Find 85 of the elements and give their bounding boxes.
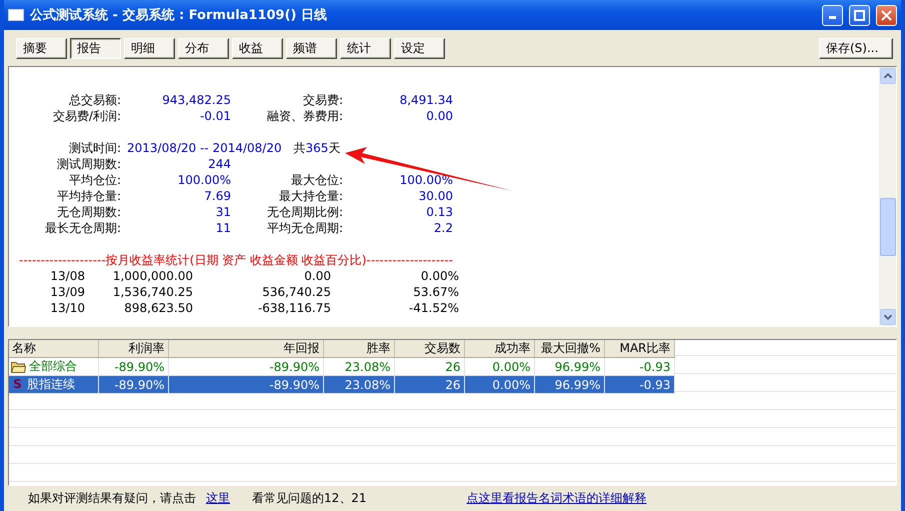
window-title: 公式测试系统 - 交易系统 : Formula1109() 日线 bbox=[30, 6, 328, 24]
close-button[interactable] bbox=[876, 4, 897, 26]
scrollbar-thumb[interactable] bbox=[880, 198, 896, 256]
monthly-value: 0.00% bbox=[420, 268, 459, 284]
save-button[interactable]: 保存(S)... bbox=[819, 38, 893, 58]
stat-value: 2.2 bbox=[432, 220, 453, 236]
section-heading: --------------------按月收益率统计(日期 资产 收益金额 收益百分比)-------------------- bbox=[19, 252, 454, 268]
monthly-value: 536,740.25 bbox=[261, 284, 331, 300]
column-header[interactable]: 胜率 bbox=[323, 340, 394, 358]
monthly-value: 53.67% bbox=[412, 284, 459, 300]
tab[interactable]: 设定 bbox=[394, 38, 445, 58]
maximize-button[interactable] bbox=[849, 4, 870, 26]
stat-value: 30.00 bbox=[418, 188, 453, 204]
stat-value: 8,491.34 bbox=[398, 92, 453, 108]
folder-icon bbox=[11, 360, 26, 373]
stat-label: 交易费: bbox=[302, 92, 343, 108]
monthly-value: 1,000,000.00 bbox=[112, 268, 193, 284]
stat-label: 无仓周期比例: bbox=[266, 204, 343, 220]
column-header[interactable]: MAR比率 bbox=[604, 340, 674, 358]
stat-label: 平均持仓量: bbox=[56, 188, 121, 204]
maximize-icon bbox=[854, 10, 865, 20]
column-header[interactable]: 最大回撤% bbox=[534, 340, 604, 358]
help-link[interactable]: 这里 bbox=[206, 490, 230, 506]
stat-value: 0.13 bbox=[425, 204, 453, 220]
row-name: 全部综合 bbox=[28, 359, 78, 373]
table-cell: -89.90% bbox=[168, 376, 323, 394]
monthly-value: 13/10 bbox=[49, 300, 85, 316]
minimize-button[interactable] bbox=[822, 4, 843, 26]
stat-label: 交易费/利润: bbox=[52, 108, 121, 124]
monthly-value: 13/08 bbox=[49, 268, 85, 284]
stat-label: 最大仓位: bbox=[290, 172, 343, 188]
tab[interactable]: 分布 bbox=[178, 38, 229, 58]
table-cell: -89.90% bbox=[98, 376, 168, 394]
stat-value: 100.00% bbox=[176, 172, 231, 188]
monthly-value: 1,536,740.25 bbox=[112, 284, 193, 300]
close-icon bbox=[881, 10, 892, 20]
column-header[interactable]: 名称 bbox=[9, 340, 98, 358]
scroll-up-icon[interactable] bbox=[880, 68, 896, 84]
tab[interactable]: 明细 bbox=[124, 38, 175, 58]
stat-label: 总交易额: bbox=[68, 92, 121, 108]
tab[interactable]: 频谱 bbox=[286, 38, 337, 58]
stat-label: 平均无仓周期: bbox=[266, 220, 343, 236]
stat-value: -0.01 bbox=[198, 108, 231, 124]
stat-label: 最长无仓周期: bbox=[44, 220, 121, 236]
stat-value: 244 bbox=[207, 156, 231, 172]
scroll-down-icon[interactable] bbox=[880, 309, 896, 325]
stat-value: 31 bbox=[214, 204, 231, 220]
stat-label: 测试周期数: bbox=[56, 156, 121, 172]
stat-value: 943,482.25 bbox=[161, 92, 231, 108]
column-header[interactable]: 年回报 bbox=[168, 340, 323, 358]
result-row[interactable]: S 股指连续 -89.90% -89.90% 23.08% 26 0.00% 96.99% -0.93 bbox=[9, 376, 674, 394]
monthly-value: 0.00 bbox=[303, 268, 331, 284]
help-prompt: 如果对评测结果有疑问，请点击 bbox=[28, 490, 196, 506]
column-header[interactable]: 利润率 bbox=[98, 340, 168, 358]
stat-value: 7.69 bbox=[203, 188, 231, 204]
monthly-value: -41.52% bbox=[408, 300, 459, 316]
stat-value: 100.00% bbox=[398, 172, 453, 188]
glossary-link[interactable]: 点这里看报告名词术语的详细解释 bbox=[466, 490, 647, 506]
monthly-value: 898,623.50 bbox=[123, 300, 193, 316]
stat-label: 无仓周期数: bbox=[56, 204, 121, 220]
day-count: 共365天 bbox=[293, 141, 340, 155]
table-cell: -0.93 bbox=[604, 376, 674, 394]
column-header[interactable]: 交易数 bbox=[394, 340, 464, 358]
stat-value: 2013/08/20 -- 2014/08/20 bbox=[127, 141, 282, 155]
table-cell: 26 bbox=[394, 376, 464, 394]
table-cell: 23.08% bbox=[323, 376, 394, 394]
stat-label: 最大持仓量: bbox=[278, 188, 343, 204]
stat-value: 0.00 bbox=[425, 108, 453, 124]
tab[interactable]: 报告 bbox=[70, 38, 121, 58]
row-name: 股指连续 bbox=[26, 377, 76, 391]
column-header[interactable]: 成功率 bbox=[464, 340, 534, 358]
stat-value: 11 bbox=[214, 220, 231, 236]
tab[interactable]: 统计 bbox=[340, 38, 391, 58]
tab[interactable]: 收益 bbox=[232, 38, 283, 58]
table-cell: 96.99% bbox=[534, 376, 604, 394]
stat-label: 融资、券费用: bbox=[266, 108, 343, 124]
strategy-icon: S bbox=[11, 377, 24, 391]
faq-note: 看常见问题的12、21 bbox=[252, 490, 367, 506]
monthly-value: -638,116.75 bbox=[256, 300, 331, 316]
window-icon bbox=[8, 9, 24, 21]
stat-label: 测试时间: bbox=[68, 140, 121, 156]
table-cell: 0.00% bbox=[464, 376, 534, 394]
monthly-value: 13/09 bbox=[49, 284, 85, 300]
stat-label: 平均仓位: bbox=[68, 172, 121, 188]
tab[interactable]: 摘要 bbox=[16, 38, 67, 58]
